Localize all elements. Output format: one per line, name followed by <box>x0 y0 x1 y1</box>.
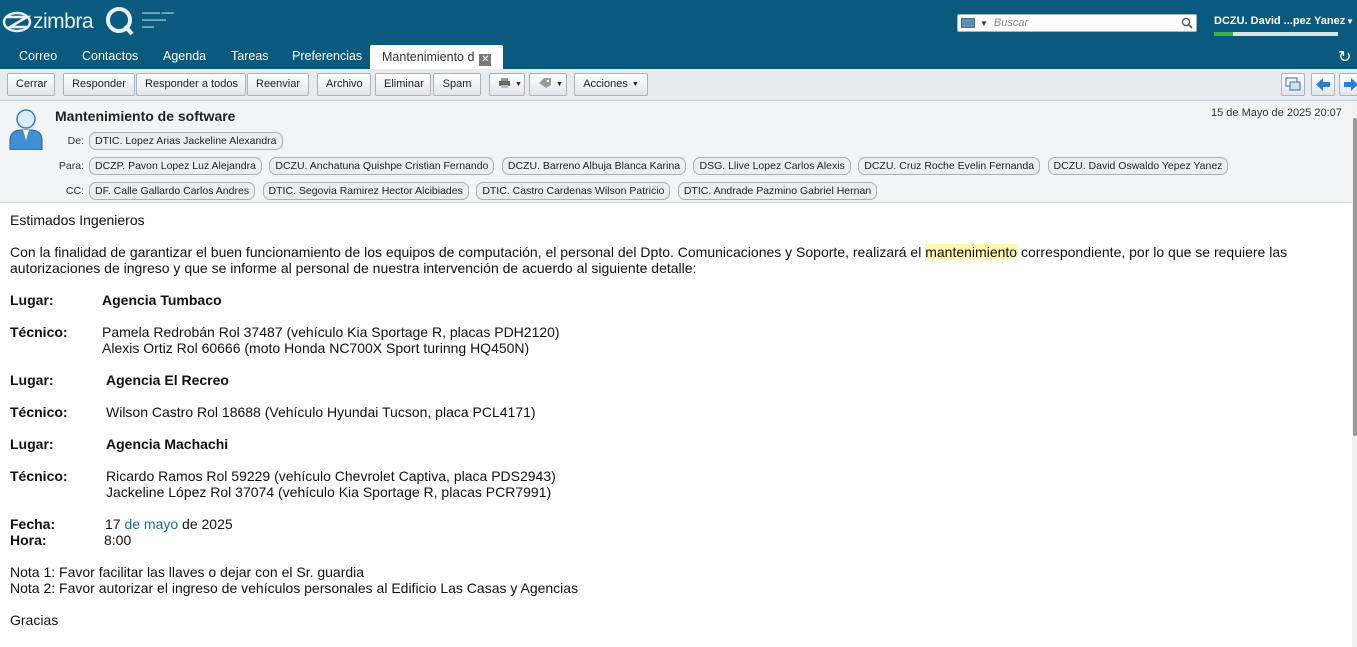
tag-button[interactable]: ▼ <box>529 73 567 96</box>
institution-logo-text-icon: ▬▬▬ ▬▬ ▬▬▬▬ ▬▬ <box>142 10 174 30</box>
message-toolbar: Cerrar Responder Responder a todos Reenv… <box>0 69 1357 101</box>
arrow-right-icon <box>1344 78 1357 91</box>
chevron-down-icon[interactable]: ▼ <box>1346 17 1354 26</box>
fecha-row: Fecha: 17 de mayo de 2025 <box>10 516 233 532</box>
quota-bar <box>1214 32 1338 36</box>
next-message-button[interactable] <box>1339 73 1357 96</box>
institution-logo-icon <box>106 7 134 36</box>
reply-all-button[interactable]: Responder a todos <box>136 73 246 96</box>
note-1: Nota 1: Favor facilitar las llaves o dej… <box>10 564 365 580</box>
tab-agenda[interactable]: Agenda <box>163 43 206 69</box>
cc-address-chip[interactable]: DTIC. Andrade Pazmino Gabriel Hernan <box>677 182 878 200</box>
tab-message[interactable]: Mantenimiento d ✕ <box>370 45 504 69</box>
mail-search-type-icon[interactable] <box>961 18 975 28</box>
date-link[interactable]: de mayo <box>124 516 178 532</box>
closing: Gracias <box>10 612 59 628</box>
search-box[interactable]: ▼ <box>957 14 1197 32</box>
refresh-icon[interactable]: ↻ <box>1338 47 1351 67</box>
lugar-row: Lugar: Agencia El Recreo <box>10 372 229 388</box>
tecnico-row: Técnico: Wilson Castro Rol 18688 (Vehícul… <box>10 404 536 420</box>
message-body: Estimados Ingenieros Con la finalidad de… <box>10 212 1340 628</box>
scrollbar-thumb[interactable] <box>1353 118 1357 436</box>
message-header: Mantenimiento de software 15 de Mayo de … <box>0 101 1352 203</box>
user-menu[interactable]: DCZU. David ...pez Yanez <box>1214 15 1345 27</box>
print-button[interactable]: ▼ <box>489 73 525 96</box>
actions-label: Acciones <box>583 78 628 90</box>
tecnico-row: Técnico: Pamela Redrobán Rol 37487 (vehíc… <box>10 324 560 356</box>
cc-label: CC: <box>65 185 84 197</box>
tab-correo[interactable]: Correo <box>19 43 57 69</box>
new-window-icon <box>1285 77 1301 91</box>
tecnico-row: Técnico: Ricardo Ramos Rol 59229 (vehícul… <box>10 468 556 500</box>
lugar-value: Agencia Tumbaco <box>102 292 222 308</box>
to-address-chip[interactable]: DCZU. Barreno Albuja Blanca Karina <box>501 157 687 175</box>
to-address-chip[interactable]: DCZU. David Oswaldo Yepez Yanez <box>1047 157 1229 175</box>
search-highlight: mantenimiento <box>925 244 1018 260</box>
to-address-chip[interactable]: DCZP. Pavon Lopez Luz Alejandra <box>89 157 262 175</box>
lugar-value: Agencia El Recreo <box>106 372 229 388</box>
arrow-left-icon <box>1316 78 1330 91</box>
to-address-chip[interactable]: DCZU. Cruz Roche Evelin Fernanda <box>858 157 1041 175</box>
forward-button[interactable]: Reenviar <box>247 73 309 96</box>
printer-icon <box>499 78 510 88</box>
reply-button[interactable]: Responder <box>63 73 135 96</box>
new-window-button[interactable] <box>1281 73 1305 96</box>
tab-preferencias[interactable]: Preferencias <box>292 43 362 69</box>
close-button[interactable]: Cerrar <box>7 73 55 96</box>
search-icon[interactable] <box>1181 17 1193 29</box>
zimbra-logo-icon <box>2 11 32 33</box>
close-icon[interactable]: ✕ <box>479 54 492 66</box>
from-label: De: <box>67 135 84 147</box>
top-header: zimbra ▬▬▬ ▬▬▬▬▬▬▬▬ ▼ DCZU. David ...pez… <box>0 0 1357 43</box>
cc-address-chip[interactable]: DTIC. Segovia Ramirez Hector Alcibiades <box>262 182 469 200</box>
lugar-value: Agencia Machachi <box>106 436 229 452</box>
greeting: Estimados Ingenieros <box>10 212 145 228</box>
intro-paragraph: Con la finalidad de garantizar el buen f… <box>10 244 1288 276</box>
tab-tareas[interactable]: Tareas <box>231 43 269 69</box>
lugar-row: Lugar: Agencia Machachi <box>10 436 229 452</box>
search-input[interactable] <box>993 17 1174 29</box>
logo-text: zimbra <box>33 10 94 33</box>
from-address-chip[interactable]: DTIC. Lopez Arias Jackeline Alexandra <box>89 132 283 150</box>
delete-button[interactable]: Eliminar <box>375 73 431 96</box>
zimbra-logo[interactable]: zimbra <box>2 8 94 36</box>
spam-button[interactable]: Spam <box>433 73 481 96</box>
chevron-down-icon[interactable]: ▼ <box>980 19 988 28</box>
tag-icon <box>539 78 551 88</box>
previous-message-button[interactable] <box>1311 73 1335 96</box>
hora-row: Hora: 8:00 <box>10 532 132 548</box>
cc-address-chip[interactable]: DTIC. Castro Cardenas Wilson Patricio <box>476 182 671 200</box>
note-2: Nota 2: Favor autorizar el ingreso de ve… <box>10 580 579 596</box>
app-tabs: Correo Contactos Agenda Tareas Preferenc… <box>0 43 1357 69</box>
chevron-down-icon: ▼ <box>631 81 639 88</box>
chevron-down-icon: ▼ <box>556 81 563 88</box>
tab-message-label: Mantenimiento d <box>382 50 475 64</box>
lugar-row: Lugar: Agencia Tumbaco <box>10 292 222 308</box>
chevron-down-icon: ▼ <box>515 81 522 88</box>
cc-address-chip[interactable]: DF. Calle Gallardo Carlos Andres <box>89 182 256 200</box>
to-address-chip[interactable]: DSG. Llive Lopez Carlos Alexis <box>693 157 851 175</box>
archive-button[interactable]: Archivo <box>317 73 371 96</box>
actions-button[interactable]: Acciones ▼ <box>574 73 648 96</box>
to-address-chip[interactable]: DCZU. Anchatuna Quishpe Cristian Fernand… <box>269 157 495 175</box>
tab-contactos[interactable]: Contactos <box>82 43 138 69</box>
to-label: Para: <box>58 160 84 172</box>
message-subject: Mantenimiento de software <box>55 108 236 124</box>
message-date: 15 de Mayo de 2025 20:07 <box>1211 107 1342 119</box>
